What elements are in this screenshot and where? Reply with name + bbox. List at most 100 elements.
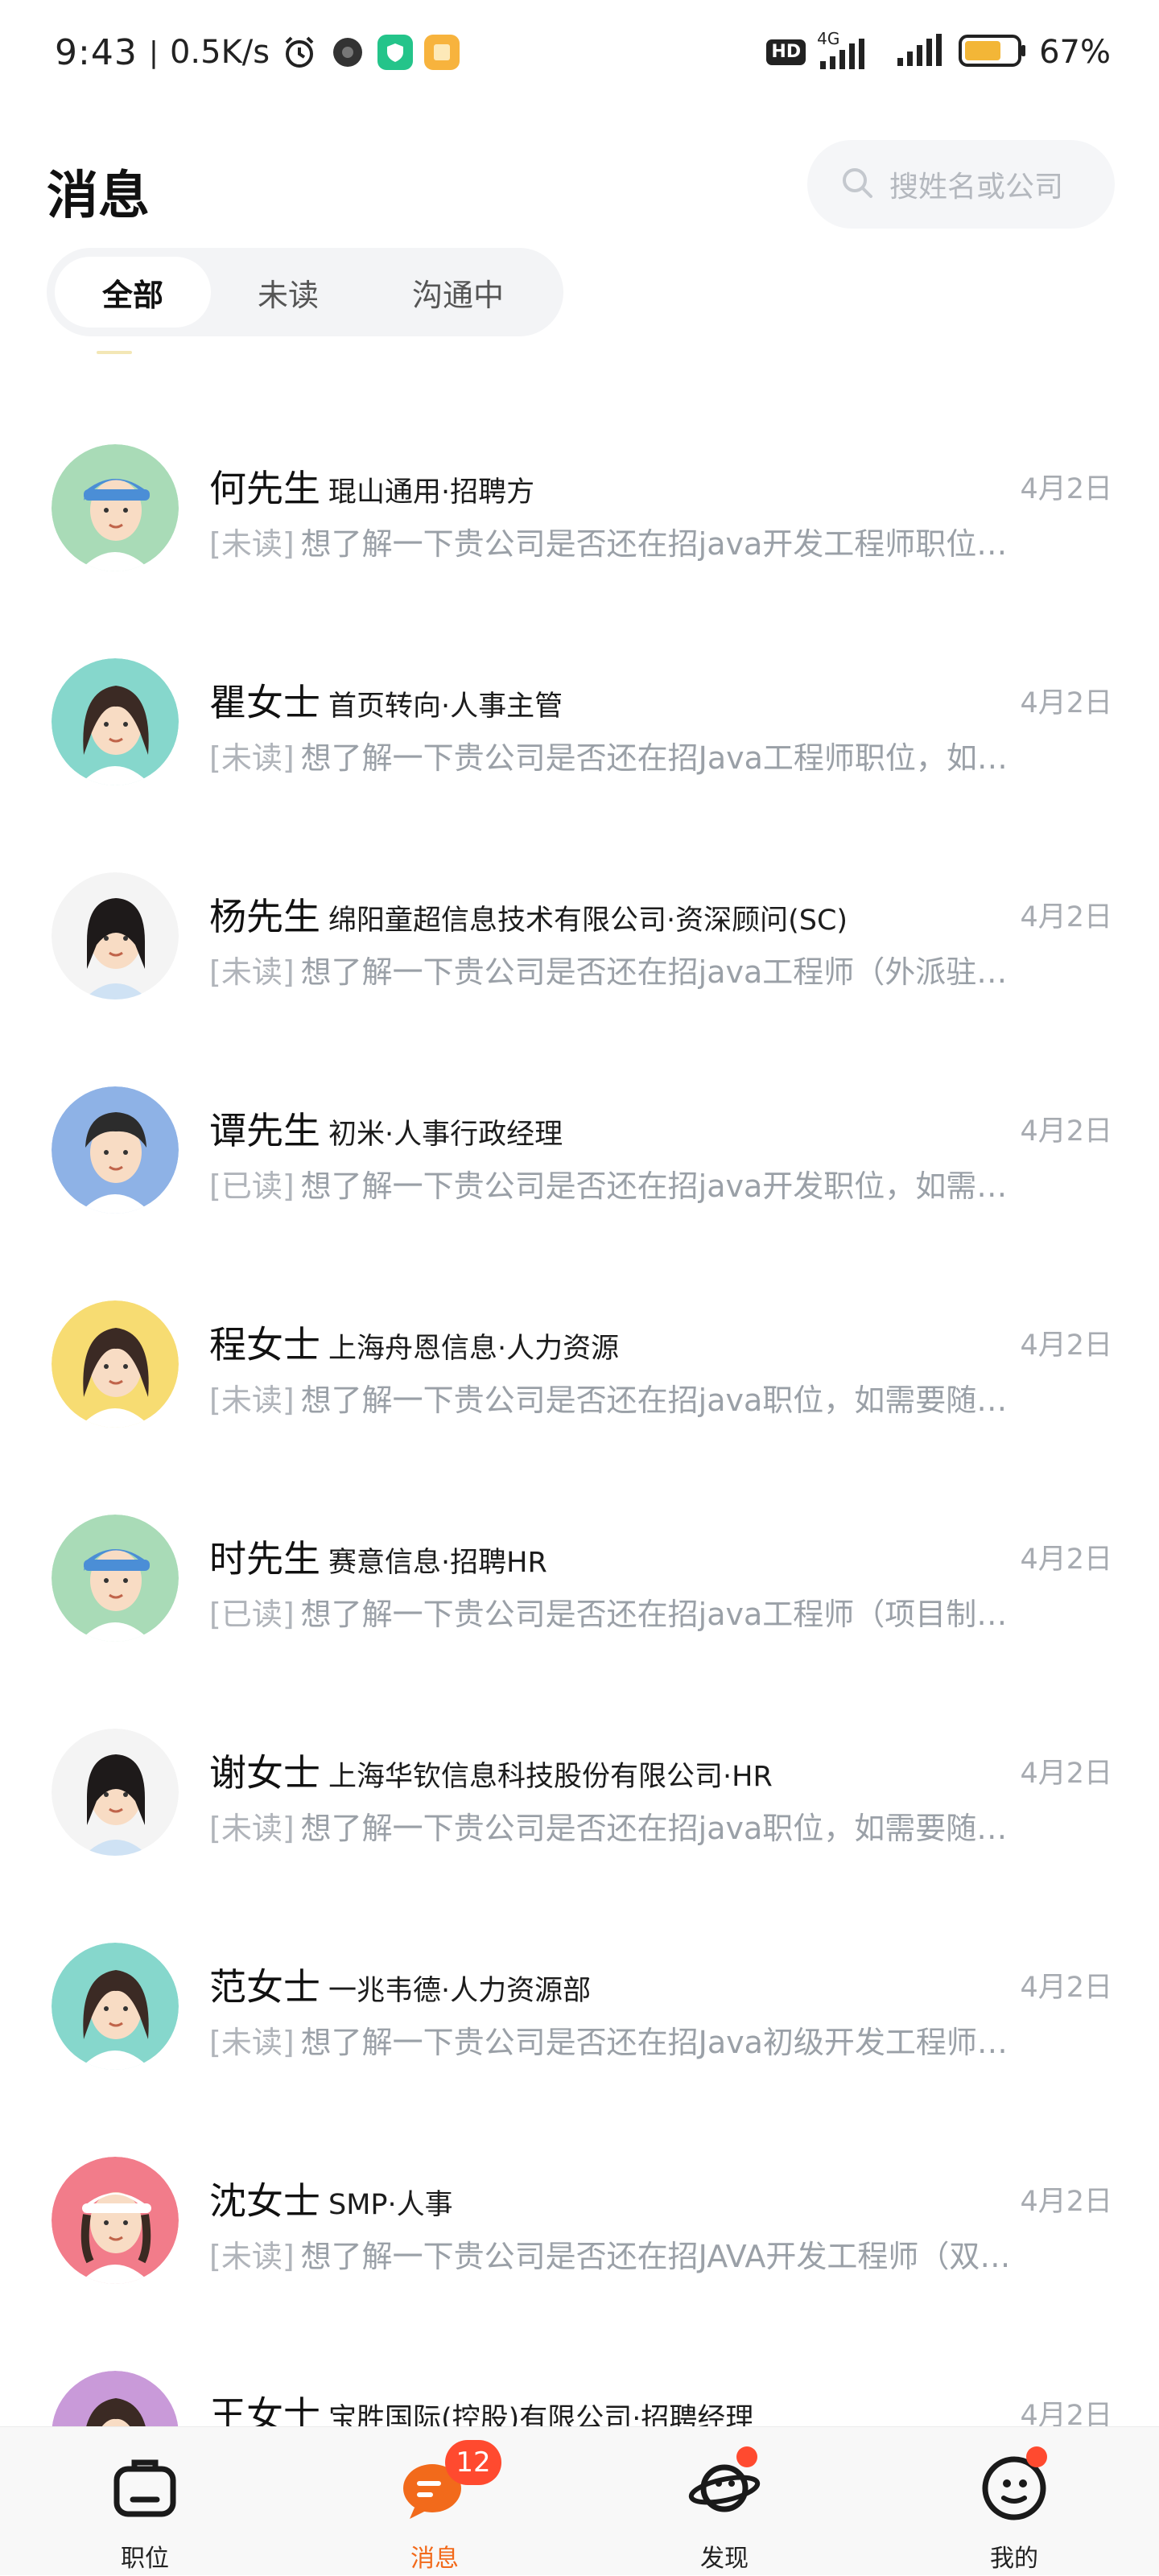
conversation-item[interactable]: 谭先生 初米·人事行政经理 4月2日 [已读] 想了解一下贵公司是否还在招java开发职…	[0, 1034, 1159, 1248]
network-type: 4G	[817, 29, 840, 48]
message-date: 4月2日	[1020, 687, 1112, 719]
read-status: [未读]	[209, 1383, 295, 1418]
status-right: HD 4G 67%	[766, 29, 1111, 71]
planet-icon	[688, 2446, 761, 2524]
contact-name-line: 何先生 琨山通用·招聘方	[209, 460, 534, 513]
avatar[interactable]	[52, 872, 179, 999]
message-preview: 想了解一下贵公司是否还在招Java初级开发工程师…	[300, 2025, 1008, 2060]
contact-company: 赛意信息·招聘HR	[328, 1547, 547, 1579]
scrolled-item-remnant	[97, 351, 132, 354]
contact-company: 初米·人事行政经理	[328, 1119, 563, 1151]
briefcase-icon	[109, 2451, 181, 2524]
battery-icon	[959, 34, 1028, 71]
conversation-item[interactable]: 时先生 赛意信息·招聘HR 4月2日 [已读] 想了解一下贵公司是否还在招java工程师…	[0, 1462, 1159, 1676]
nav-label-profile: 我的	[990, 2545, 1038, 2573]
message-preview-line: [已读] 想了解一下贵公司是否还在招java工程师（项目制…	[209, 1589, 1087, 1634]
read-status: [未读]	[209, 526, 295, 562]
conversation-item[interactable]: 瞿女士 首页转向·人事主管 4月2日 [未读] 想了解一下贵公司是否还在招Java工程师…	[0, 606, 1159, 820]
nav-label-discover: 发现	[700, 2545, 749, 2573]
contact-name-line: 谭先生 初米·人事行政经理	[209, 1102, 563, 1155]
message-preview: 想了解一下贵公司是否还在招java开发职位，如需…	[300, 1168, 1008, 1204]
contact-name: 杨先生	[209, 895, 320, 938]
tab-unread[interactable]: 未读	[211, 257, 365, 328]
note-app-icon	[424, 35, 460, 70]
status-bar: 9:43 | 0.5K/s HD 4G 67%	[0, 0, 1159, 105]
contact-name-line: 沈女士 SMP·人事	[209, 2172, 453, 2225]
nav-discover[interactable]: 发现	[644, 2427, 805, 2576]
message-preview: 想了解一下贵公司是否还在招java工程师（外派驻…	[300, 954, 1008, 990]
read-status: [已读]	[209, 1597, 295, 1632]
contact-name-line: 谢女士 上海华钦信息科技股份有限公司·HR	[209, 1744, 773, 1797]
message-preview-line: [未读] 想了解一下贵公司是否还在招java开发工程师职位…	[209, 519, 1087, 563]
conversation-item[interactable]: 沈女士 SMP·人事 4月2日 [未读] 想了解一下贵公司是否还在招JAVA开发工程师（…	[0, 2104, 1159, 2318]
nav-messages[interactable]: 12 消息	[354, 2427, 515, 2576]
avatar[interactable]	[52, 1729, 179, 1856]
message-preview-line: [未读] 想了解一下贵公司是否还在招Java工程师职位，如…	[209, 733, 1087, 777]
search-input[interactable]: 搜姓名或公司	[807, 140, 1115, 229]
conversation-item[interactable]: 范女士 一兆韦德·人力资源部 4月2日 [未读] 想了解一下贵公司是否还在招Java初级…	[0, 1890, 1159, 2104]
contact-company: 上海华钦信息科技股份有限公司·HR	[328, 1761, 773, 1793]
contact-name: 程女士	[209, 1323, 320, 1366]
contact-name-line: 瞿女士 首页转向·人事主管	[209, 674, 563, 727]
contact-company: 首页转向·人事主管	[328, 690, 563, 723]
contact-company: 琨山通用·招聘方	[328, 476, 535, 509]
status-left: 9:43 | 0.5K/s	[55, 32, 460, 73]
tab-all[interactable]: 全部	[55, 257, 211, 328]
avatar[interactable]	[52, 1300, 179, 1428]
network-speed: 0.5K/s	[169, 34, 270, 71]
contact-company: 上海舟恩信息·人力资源	[328, 1333, 620, 1365]
contact-name: 瞿女士	[209, 681, 320, 724]
status-time: 9:43	[55, 31, 138, 73]
contact-name: 谢女士	[209, 1751, 320, 1795]
tab-in-conversation[interactable]: 沟通中	[365, 257, 551, 328]
message-preview: 想了解一下贵公司是否还在招java开发工程师职位…	[300, 526, 1008, 562]
avatar[interactable]	[52, 658, 179, 785]
conversation-item[interactable]: 何先生 琨山通用·招聘方 4月2日 [未读] 想了解一下贵公司是否还在招java开发工程…	[0, 392, 1159, 606]
message-preview-line: [未读] 想了解一下贵公司是否还在招java职位，如需要随…	[209, 1803, 1087, 1848]
message-preview: 想了解一下贵公司是否还在招java职位，如需要随…	[300, 1383, 1008, 1418]
contact-name: 何先生	[209, 467, 320, 510]
conversation-item[interactable]: 杨先生 绵阳童超信息技术有限公司·资深顾问(SC) 4月2日 [未读] 想了解一下贵公司…	[0, 820, 1159, 1034]
nav-profile[interactable]: 我的	[934, 2427, 1095, 2576]
message-preview-line: [未读] 想了解一下贵公司是否还在招java职位，如需要随…	[209, 1375, 1087, 1420]
avatar[interactable]	[52, 1515, 179, 1642]
avatar[interactable]	[52, 1943, 179, 2070]
avatar[interactable]	[52, 2157, 179, 2284]
message-date: 4月2日	[1020, 473, 1112, 505]
message-date: 4月2日	[1020, 1329, 1112, 1362]
message-preview: 想了解一下贵公司是否还在招java职位，如需要随…	[300, 1811, 1008, 1846]
read-status: [未读]	[209, 2025, 295, 2060]
contact-company: SMP·人事	[328, 2189, 453, 2221]
avatar[interactable]	[52, 1086, 179, 1214]
contact-name-line: 范女士 一兆韦德·人力资源部	[209, 1958, 591, 2011]
nav-label-messages: 消息	[410, 2545, 459, 2573]
shield-icon	[377, 35, 414, 70]
smiley-icon	[978, 2446, 1050, 2524]
message-date: 4月2日	[1020, 1758, 1112, 1790]
hd-badge: HD	[766, 39, 806, 65]
page-title: 消息	[47, 167, 150, 226]
message-preview: 想了解一下贵公司是否还在招JAVA开发工程师（双…	[300, 2239, 1011, 2274]
conversation-item[interactable]: 谢女士 上海华钦信息科技股份有限公司·HR 4月2日 [未读] 想了解一下贵公司是否还在…	[0, 1676, 1159, 1890]
read-status: [未读]	[209, 954, 295, 990]
message-date: 4月2日	[1020, 901, 1112, 934]
contact-name: 时先生	[209, 1537, 320, 1581]
nav-label-jobs: 职位	[121, 2545, 169, 2573]
avatar[interactable]	[52, 444, 179, 571]
message-preview-line: [未读] 想了解一下贵公司是否还在招Java初级开发工程师…	[209, 2018, 1087, 2062]
contact-name: 范女士	[209, 1965, 320, 2009]
search-placeholder: 搜姓名或公司	[889, 171, 1064, 204]
message-preview: 想了解一下贵公司是否还在招java工程师（项目制…	[300, 1597, 1008, 1632]
conversation-item[interactable]: 程女士 上海舟恩信息·人力资源 4月2日 [未读] 想了解一下贵公司是否还在招java职…	[0, 1248, 1159, 1462]
signal-icon: 4G	[817, 29, 885, 71]
contact-name-line: 杨先生 绵阳童超信息技术有限公司·资深顾问(SC)	[209, 888, 848, 941]
signal-icon-2	[896, 34, 947, 71]
nav-jobs[interactable]: 职位	[64, 2427, 225, 2576]
message-date: 4月2日	[1020, 1115, 1112, 1148]
read-status: [未读]	[209, 2239, 295, 2274]
contact-name-line: 程女士 上海舟恩信息·人力资源	[209, 1316, 619, 1369]
read-status: [未读]	[209, 740, 295, 776]
bottom-nav: 职位 12 消息 发现 我的	[0, 2426, 1159, 2575]
message-filter-tabs: 全部 未读 沟通中	[47, 248, 563, 336]
contact-company: 绵阳童超信息技术有限公司·资深顾问(SC)	[328, 905, 848, 937]
